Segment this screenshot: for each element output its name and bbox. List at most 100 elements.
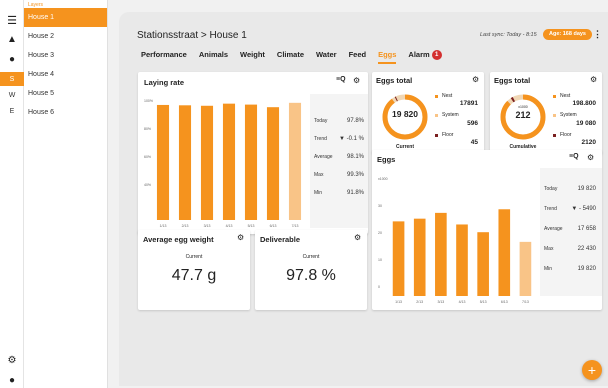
trend-down-icon: ▼ bbox=[571, 206, 579, 212]
legend-value: 45 bbox=[470, 139, 478, 146]
deliverable-value: 97.8 % bbox=[286, 267, 336, 284]
y-tick-label: 60% bbox=[144, 155, 151, 159]
chart-bar[interactable] bbox=[435, 212, 447, 296]
chart-bar[interactable] bbox=[519, 241, 532, 296]
stat-value: 99.3% bbox=[346, 172, 364, 178]
avg-egg-weight-caption: Current bbox=[185, 254, 203, 260]
house-item-2[interactable]: House 2 bbox=[24, 27, 107, 46]
stat-label: Max bbox=[544, 246, 554, 252]
house-item-1[interactable]: House 1 bbox=[24, 8, 107, 27]
x-tick-label: 5/13 bbox=[480, 300, 487, 304]
stat-label: Today bbox=[544, 186, 558, 192]
tab-weight[interactable]: Weight bbox=[240, 50, 265, 64]
rail-letter-e[interactable]: E bbox=[0, 104, 24, 118]
add-fab-button[interactable]: + bbox=[582, 360, 602, 380]
stat-label: Today bbox=[314, 118, 328, 124]
stat-value: 19 820 bbox=[577, 266, 596, 272]
x-tick-label: 3/13 bbox=[437, 300, 444, 304]
stat-value: 22 430 bbox=[577, 246, 596, 252]
chart-bar[interactable] bbox=[288, 102, 302, 220]
tab-performance[interactable]: Performance bbox=[141, 50, 187, 64]
menu-icon[interactable]: ☰ bbox=[6, 14, 18, 27]
x-tick-label: 2/13 bbox=[182, 224, 189, 228]
chart-bar[interactable] bbox=[200, 105, 214, 220]
tab-feed[interactable]: Feed bbox=[349, 50, 367, 64]
page-title: Stationsstraat > House 1 bbox=[137, 30, 247, 41]
stat-label: Max bbox=[314, 172, 324, 178]
deliverable-settings-icon[interactable]: ⚙ bbox=[354, 233, 361, 242]
avg-egg-weight-title: Average egg weight bbox=[143, 235, 214, 244]
tab-eggs[interactable]: Eggs bbox=[378, 50, 397, 64]
tab-climate[interactable]: Climate bbox=[277, 50, 304, 64]
stat-value: 19 820 bbox=[577, 186, 596, 192]
tab-alarm-label: Alarm bbox=[408, 50, 430, 59]
stat-value: ▼ -0.1 % bbox=[339, 136, 364, 142]
legend-value: 2120 bbox=[581, 139, 596, 146]
chart-bar[interactable] bbox=[156, 104, 170, 220]
tab-bar: Performance Animals Weight Climate Water… bbox=[141, 50, 454, 66]
chart-bar[interactable] bbox=[498, 209, 511, 296]
tab-alarm[interactable]: Alarm 1 bbox=[408, 50, 442, 64]
x-tick-label: 6/13 bbox=[270, 224, 277, 228]
legend-label: Floor bbox=[442, 132, 454, 138]
stat-label: Trend bbox=[314, 136, 327, 142]
eggs-cumulative-card: Eggs total ⚙ x1000 212 Cumulative Nest 1… bbox=[490, 72, 602, 154]
eggs-stats-panel: Today 19 820 Trend ▼ - 5490 Average 17 658 … bbox=[540, 168, 602, 296]
location-icon[interactable]: ● bbox=[6, 53, 18, 65]
stat-label: Average bbox=[544, 226, 563, 232]
chart-bar[interactable] bbox=[456, 224, 468, 296]
tab-water[interactable]: Water bbox=[316, 50, 337, 64]
house-item-5[interactable]: House 5 bbox=[24, 84, 107, 103]
y-tick-label: 0 bbox=[378, 285, 380, 289]
x-tick-label: 7/13 bbox=[292, 224, 299, 228]
eggs-stats: Today 19 820 Trend ▼ - 5490 Average 17 658 … bbox=[544, 168, 596, 296]
house-item-3[interactable]: House 3 bbox=[24, 46, 107, 65]
x-tick-label: 5/13 bbox=[248, 224, 255, 228]
deliverable-title: Deliverable bbox=[260, 235, 301, 244]
avg-egg-weight-settings-icon[interactable]: ⚙ bbox=[237, 233, 244, 242]
x-tick-label: 6/13 bbox=[501, 300, 508, 304]
eggs-cumulative-settings-icon[interactable]: ⚙ bbox=[590, 75, 597, 84]
table-view-icon[interactable]: ≡Q bbox=[336, 76, 346, 83]
eggs-total-value: 19 820 bbox=[392, 109, 418, 119]
user-icon[interactable]: ● bbox=[6, 374, 18, 386]
legend-value: 596 bbox=[467, 120, 478, 127]
legend-label: System bbox=[442, 112, 459, 118]
house-item-4[interactable]: House 4 bbox=[24, 65, 107, 84]
y-tick-label: 20 bbox=[378, 231, 382, 235]
chart-bar[interactable] bbox=[244, 104, 258, 220]
chart-bar[interactable] bbox=[178, 105, 192, 220]
deliverable-caption: Current bbox=[302, 254, 320, 260]
house-list: Layers House 1 House 2 House 3 House 4 H… bbox=[24, 0, 108, 388]
chart-bar[interactable] bbox=[266, 107, 280, 220]
eggs-card: Eggs ≡Q ⚙ x1000 30 20 10 0 1/13 2/13 3/13 4/13 5/… bbox=[372, 150, 602, 310]
legend-swatch-nest bbox=[553, 95, 556, 98]
laying-rate-settings-icon[interactable]: ⚙ bbox=[353, 76, 360, 85]
house-item-6[interactable]: House 6 bbox=[24, 103, 107, 122]
chart-bar[interactable] bbox=[477, 232, 489, 296]
chart-bar[interactable] bbox=[222, 103, 236, 220]
alert-icon[interactable]: ▲ bbox=[6, 33, 18, 45]
more-menu-icon[interactable]: ⋮ bbox=[593, 30, 602, 39]
rail-letter-s[interactable]: S bbox=[0, 72, 24, 86]
chart-bar[interactable] bbox=[392, 221, 405, 296]
y-tick-label: 80% bbox=[144, 127, 151, 131]
legend-label: Floor bbox=[560, 132, 572, 138]
tab-animals[interactable]: Animals bbox=[199, 50, 228, 64]
eggs-chart: x1000 30 20 10 0 1/13 2/13 3/13 4/13 5/13 6/13 7/13 bbox=[378, 177, 532, 304]
trend-down-icon: ▼ bbox=[339, 136, 347, 142]
eggs-total-title: Eggs total bbox=[376, 76, 413, 85]
nav-rail: ☰ ▲ ● S W E ⚙ ● bbox=[0, 0, 24, 388]
legend-swatch-floor bbox=[553, 134, 556, 137]
alarm-badge: 1 bbox=[431, 50, 442, 61]
eggs-settings-icon[interactable]: ⚙ bbox=[587, 153, 594, 162]
stat-label: Average bbox=[314, 154, 333, 160]
house-list-header: Layers bbox=[28, 2, 44, 8]
rail-letter-w[interactable]: W bbox=[0, 88, 24, 102]
table-view-icon[interactable]: ≡Q bbox=[569, 153, 579, 160]
settings-icon[interactable]: ⚙ bbox=[6, 354, 18, 366]
x-tick-label: 7/13 bbox=[522, 300, 529, 304]
chart-bar[interactable] bbox=[413, 218, 426, 296]
eggs-total-settings-icon[interactable]: ⚙ bbox=[472, 75, 479, 84]
y-tick-label: x1000 bbox=[378, 177, 388, 181]
